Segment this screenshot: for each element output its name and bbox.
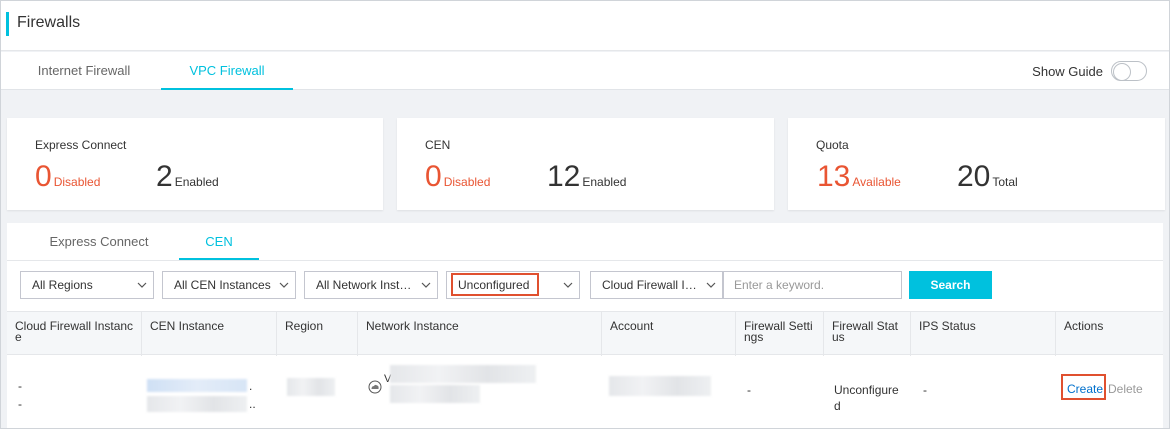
show-guide-label: Show Guide — [1032, 63, 1103, 79]
cen-instance-redacted — [147, 379, 247, 392]
stat-quota-total: 20 Total — [957, 160, 1018, 194]
network-instance-redacted — [390, 365, 536, 383]
instance-line-2: - — [18, 397, 22, 411]
col-cen-instance: CEN Instance — [141, 312, 277, 356]
cen-instance-ellipsis: .. — [249, 397, 256, 411]
firewall-settings-value: - — [747, 383, 751, 397]
table-header: Cloud Firewall Instanc e CEN Instance Re… — [7, 311, 1163, 356]
stat-label: Enabled — [582, 175, 627, 189]
chevron-down-icon — [563, 282, 573, 288]
cen-instance-redacted — [147, 396, 247, 412]
status-highlight-box — [451, 273, 539, 296]
page-header: Firewalls — [1, 1, 1169, 51]
network-instance-select[interactable]: All Network Inst… — [304, 271, 438, 299]
ips-status-value: - — [923, 383, 927, 397]
network-instance-select-value: All Network Inst… — [316, 278, 412, 292]
stat-value: 0 — [425, 160, 442, 193]
chevron-down-icon — [137, 282, 147, 288]
chevron-down-icon — [279, 282, 289, 288]
col-account: Account — [601, 312, 735, 356]
firewalls-console: Firewalls Internet Firewall VPC Firewall… — [0, 0, 1170, 429]
stat-express-disabled: 0 Disabled — [35, 160, 100, 194]
delete-link[interactable]: Delete — [1108, 382, 1143, 396]
cen-instance-ellipsis: . — [249, 379, 253, 393]
col-region: Region — [276, 312, 357, 356]
firewall-status-value: Unconfigure d — [834, 383, 899, 413]
keyword-input[interactable]: Enter a keyword. — [723, 271, 902, 299]
col-firewall-status: Firewall Stat us — [823, 312, 910, 356]
network-instance-redacted — [390, 385, 480, 403]
cloud-instance-icon — [368, 380, 382, 394]
stat-label: Enabled — [174, 175, 219, 189]
col-actions: Actions — [1055, 312, 1163, 356]
tab-internet-firewall[interactable]: Internet Firewall — [19, 52, 149, 90]
col-firewall-settings: Firewall Setti ngs — [735, 312, 823, 356]
create-highlight-box — [1061, 374, 1106, 400]
region-select-value: All Regions — [32, 278, 93, 292]
stat-value: 13 — [817, 160, 851, 193]
stat-cen-enabled: 12 Enabled — [547, 160, 626, 194]
stat-express-enabled: 2 Enabled — [156, 160, 219, 194]
stat-value: 12 — [547, 160, 581, 193]
account-redacted — [609, 376, 711, 396]
col-cloud-firewall-instance: Cloud Firewall Instanc e — [15, 319, 134, 344]
card-title: Express Connect — [35, 138, 127, 152]
card-title: CEN — [425, 138, 451, 152]
col-ips-status: IPS Status — [910, 312, 1056, 356]
card-quota: Quota 13 Available 20 Total — [788, 118, 1165, 210]
chevron-down-icon — [706, 282, 716, 288]
stat-label: Disabled — [53, 175, 101, 189]
stat-label: Total — [992, 175, 1018, 189]
subtabs-divider — [7, 260, 1163, 261]
card-title: Quota — [816, 138, 849, 152]
chevron-down-icon — [421, 282, 431, 288]
search-field-select[interactable]: Cloud Firewall I… — [590, 271, 723, 299]
tab-vpc-firewall[interactable]: VPC Firewall — [161, 52, 293, 90]
card-express-connect: Express Connect 0 Disabled 2 Enabled — [7, 118, 383, 210]
search-field-select-value: Cloud Firewall I… — [602, 278, 697, 292]
subtab-express-connect[interactable]: Express Connect — [29, 226, 169, 260]
cen-instance-select[interactable]: All CEN Instances — [162, 271, 296, 299]
show-guide: Show Guide — [1032, 60, 1147, 82]
region-select[interactable]: All Regions — [20, 271, 154, 299]
stat-label: Disabled — [443, 175, 491, 189]
col-network-instance: Network Instance — [357, 312, 601, 356]
firewall-tabs: Internet Firewall VPC Firewall Show Guid… — [1, 52, 1169, 90]
cen-instance-select-value: All CEN Instances — [174, 278, 271, 292]
instance-line-1: - — [18, 379, 22, 393]
stat-value: 2 — [156, 160, 173, 193]
stat-value: 0 — [35, 160, 52, 193]
stat-quota-available: 13 Available — [817, 160, 901, 194]
stat-label: Available — [852, 175, 901, 189]
subtab-cen[interactable]: CEN — [179, 226, 259, 260]
cen-panel: Express Connect CEN All Regions All CEN … — [7, 223, 1163, 428]
show-guide-toggle[interactable] — [1111, 61, 1147, 81]
stat-value: 20 — [957, 160, 991, 193]
page-title: Firewalls — [17, 14, 81, 31]
card-cen: CEN 0 Disabled 12 Enabled — [397, 118, 774, 210]
stat-cen-disabled: 0 Disabled — [425, 160, 490, 194]
title-accent-bar — [6, 12, 9, 36]
region-redacted — [287, 378, 335, 396]
search-button[interactable]: Search — [909, 271, 992, 299]
